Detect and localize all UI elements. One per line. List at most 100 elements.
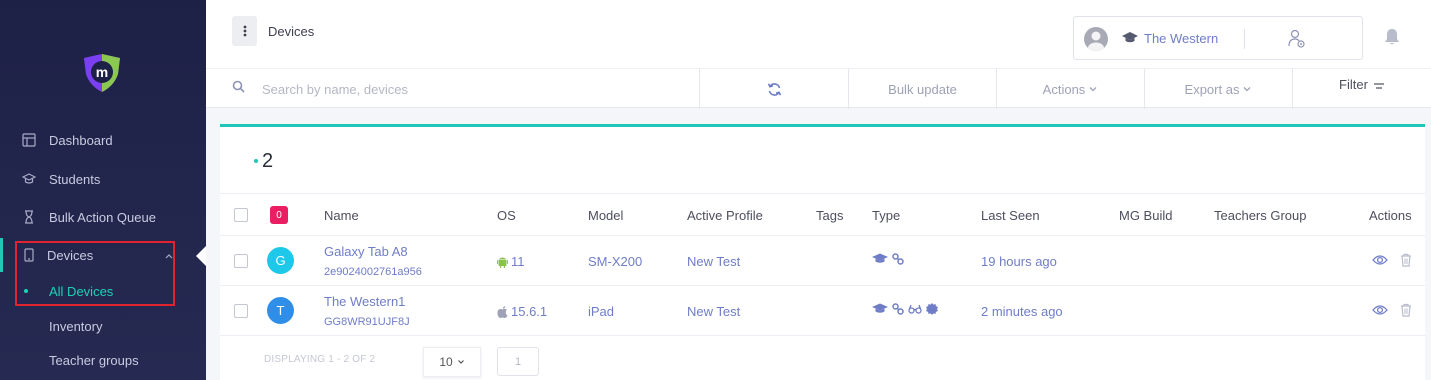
glasses-icon <box>908 304 922 314</box>
device-type-icons <box>872 303 938 315</box>
os-version: 15.6.1 <box>511 304 548 319</box>
sidebar-item-label: Teacher groups <box>49 352 139 368</box>
graduation-cap-icon <box>872 253 888 263</box>
device-model: iPad <box>588 304 615 319</box>
actions-label: Actions <box>1042 81 1086 97</box>
refresh-button[interactable] <box>699 69 848 109</box>
device-serial: 2e9024002761a956 <box>324 266 422 278</box>
selected-count-badge: 0 <box>270 206 288 224</box>
device-avatar: T <box>267 297 294 324</box>
column-header-last-seen[interactable]: Last Seen <box>981 208 1040 223</box>
select-all-checkbox[interactable] <box>234 208 248 222</box>
device-avatar: G <box>267 247 294 274</box>
column-header-type[interactable]: Type <box>872 208 900 223</box>
os-cell: 15.6.1 <box>497 304 547 319</box>
chevron-down-icon <box>1243 87 1251 92</box>
count-dot <box>254 159 258 163</box>
sidebar-item-inventory[interactable]: Inventory <box>0 311 206 341</box>
view-eye-icon[interactable] <box>1372 303 1388 320</box>
filter-button[interactable]: Filter <box>1292 69 1431 109</box>
column-header-active-profile[interactable]: Active Profile <box>687 208 763 223</box>
svg-text:m: m <box>96 64 108 80</box>
user-settings-icon[interactable] <box>1288 29 1306 52</box>
sidebar-item-students[interactable]: Students <box>0 164 206 194</box>
devices-card: 2 0 Name OS Model Active Profile Tags Ty… <box>220 124 1425 380</box>
filter-label: Filter <box>1339 77 1368 92</box>
graduation-cap-icon <box>21 172 37 186</box>
device-type-icons <box>872 253 904 265</box>
graduation-cap-icon <box>872 303 888 313</box>
notification-bell-icon[interactable] <box>1384 28 1400 49</box>
last-seen: 19 hours ago <box>981 254 1057 269</box>
pagination-summary: DISPLAYING 1 - 2 OF 2 <box>264 354 376 365</box>
delete-trash-icon[interactable] <box>1400 303 1412 320</box>
last-seen: 2 minutes ago <box>981 304 1063 319</box>
apple-icon <box>497 305 508 318</box>
school-name: The Western <box>1144 31 1219 46</box>
bulk-update-button[interactable]: Bulk update <box>848 69 996 109</box>
device-count: 2 <box>262 150 274 172</box>
page-number-button[interactable]: 1 <box>497 347 539 376</box>
filter-icon <box>1373 83 1384 89</box>
actions-dropdown[interactable]: Actions <box>996 69 1144 109</box>
menu-button[interactable] <box>232 16 257 46</box>
sidebar: m Dashboard Students Bulk Action Queue D… <box>0 0 206 380</box>
row-checkbox[interactable] <box>234 304 248 318</box>
refresh-icon <box>767 82 781 96</box>
hourglass-icon <box>22 210 36 224</box>
column-header-teachers-group[interactable]: Teachers Group <box>1214 208 1307 223</box>
graduation-cap-icon <box>1122 31 1138 48</box>
link-icon <box>892 303 904 315</box>
sidebar-item-teacher-groups[interactable]: Teacher groups <box>0 345 206 375</box>
view-eye-icon[interactable] <box>1372 253 1388 270</box>
column-header-mg-build[interactable]: MG Build <box>1119 208 1172 223</box>
sidebar-item-label: Inventory <box>49 318 103 334</box>
page-size-select[interactable]: 10 <box>423 347 481 377</box>
table-row[interactable]: T The Western1 GG8WR91UJF8J 15.6.1 iPad … <box>220 286 1425 336</box>
search-input[interactable] <box>262 77 682 101</box>
top-header: Devices The Western <box>206 0 1431 68</box>
column-header-actions: Actions <box>1369 208 1412 223</box>
breadcrumb: Devices <box>268 24 315 39</box>
sidebar-item-label: Students <box>49 171 101 187</box>
sidebar-item-bulk-action-queue[interactable]: Bulk Action Queue <box>0 202 206 232</box>
school-selector[interactable]: The Western <box>1073 16 1363 60</box>
chevron-down-icon <box>1089 87 1097 92</box>
device-name-link[interactable]: The Western1 <box>324 294 405 309</box>
os-version: 11 <box>511 254 525 269</box>
active-profile-link[interactable]: New Test <box>687 304 740 319</box>
search-icon <box>232 80 245 96</box>
android-icon <box>497 257 508 268</box>
link-icon <box>892 253 904 265</box>
device-model: SM-X200 <box>588 254 643 269</box>
sidebar-item-label: Bulk Action Queue <box>49 209 156 225</box>
column-header-name[interactable]: Name <box>324 208 359 223</box>
page-size-value: 10 <box>439 355 453 369</box>
row-checkbox[interactable] <box>234 254 248 268</box>
sidebar-item-label: Dashboard <box>49 132 113 148</box>
os-cell: 11 <box>497 254 525 269</box>
device-name-link[interactable]: Galaxy Tab A8 <box>324 244 408 259</box>
device-serial: GG8WR91UJF8J <box>324 316 410 328</box>
highlight-box <box>15 241 175 306</box>
divider <box>1244 29 1245 49</box>
export-dropdown[interactable]: Export as <box>1144 69 1292 109</box>
table-row[interactable]: G Galaxy Tab A8 2e9024002761a956 11 SM-X… <box>220 236 1425 286</box>
active-profile-link[interactable]: New Test <box>687 254 740 269</box>
user-avatar-icon[interactable] <box>1084 27 1108 51</box>
active-pointer <box>196 246 206 266</box>
sidebar-item-dashboard[interactable]: Dashboard <box>0 125 206 155</box>
dashboard-icon <box>22 133 36 147</box>
more-vertical-icon <box>243 25 246 37</box>
export-label: Export as <box>1184 81 1240 97</box>
table-header: 0 Name OS Model Active Profile Tags Type… <box>220 193 1425 236</box>
delete-trash-icon[interactable] <box>1400 253 1412 270</box>
badge-seal-icon <box>926 303 938 315</box>
column-header-os[interactable]: OS <box>497 208 516 223</box>
bulk-update-label: Bulk update <box>888 81 957 97</box>
chevron-down-icon <box>457 360 464 364</box>
column-header-tags[interactable]: Tags <box>816 208 843 223</box>
toolbar: Bulk update Actions Export as Filter <box>206 68 1431 109</box>
column-header-model[interactable]: Model <box>588 208 623 223</box>
app-logo[interactable]: m <box>80 52 124 94</box>
